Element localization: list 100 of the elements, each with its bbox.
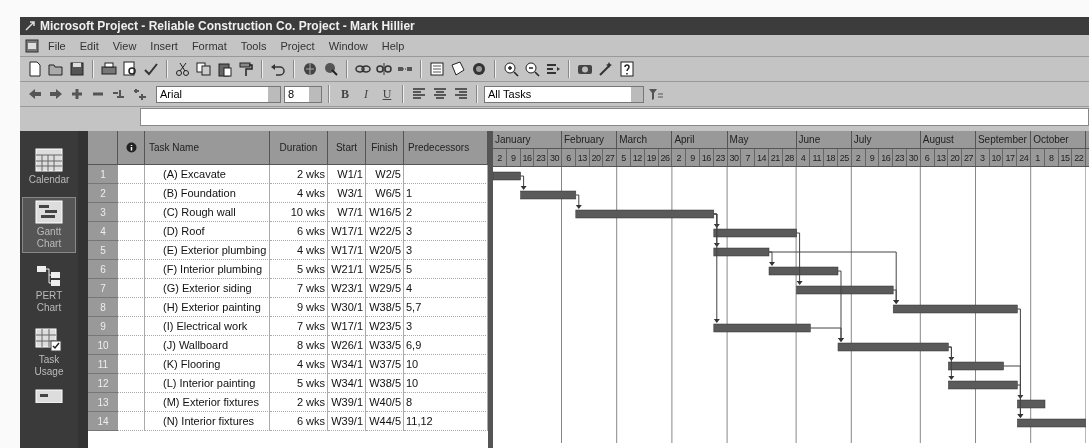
finish-cell: W6/5 [366,184,404,203]
column-header[interactable]: Finish [366,131,404,165]
print-icon[interactable] [100,60,118,78]
copy-icon[interactable] [195,60,213,78]
window-title: Microsoft Project - Reliable Construction Co. Project - Mark Hillier [40,19,415,33]
week-label: 22 [1072,149,1087,166]
italic-button[interactable]: I [357,85,375,103]
month-label: January [493,131,562,148]
unlink-icon[interactable] [375,60,393,78]
cut-icon[interactable] [174,60,192,78]
menu-item[interactable]: View [106,38,143,53]
week-label: 7 [741,149,756,166]
task-notes-icon[interactable] [449,60,467,78]
gantt-chart-icon [35,200,63,224]
week-label: 10 [989,149,1004,166]
gantt-bar[interactable] [713,323,811,333]
resource-graph-icon[interactable] [35,389,63,403]
menu-item[interactable]: Edit [73,38,105,53]
indicator-cell [118,279,145,298]
task-name-cell: (H) Exterior painting [145,298,270,317]
gantt-bar[interactable] [520,190,577,200]
entry-field[interactable] [140,108,1089,126]
view-button[interactable]: Gantt Chart [22,197,76,253]
zoom-out-icon[interactable] [523,60,541,78]
gantt-bar[interactable] [713,228,797,238]
menu-item[interactable]: Tools [234,38,273,53]
gantt-bar[interactable] [1017,399,1046,409]
gantt-bar[interactable] [948,361,1004,371]
gantt-bar[interactable] [768,266,839,276]
task-information-icon[interactable] [428,60,446,78]
view-button[interactable]: PERT Chart [22,261,76,317]
week-label: 5 [617,149,631,166]
column-header[interactable]: Start [328,131,366,165]
app-icon[interactable] [24,20,36,32]
task-name-cell: (A) Excavate [145,165,270,184]
column-header[interactable]: Task Name [145,131,270,165]
week-label: 2 [851,149,866,166]
task-name-cell: (K) Flooring [145,355,270,374]
view-button[interactable]: Task Usage [22,325,76,381]
gantt-bar[interactable] [892,304,1018,314]
menu-item[interactable]: Help [375,38,411,53]
menu-item[interactable]: Format [185,38,233,53]
week-label: 14 [755,149,769,166]
month-label: May [727,131,797,148]
gantt-bar[interactable] [948,380,1018,390]
menu-item[interactable]: Window [322,38,374,53]
gantt-bar[interactable] [1017,418,1087,428]
insert-hyperlink-icon[interactable] [301,60,319,78]
select-all-corner[interactable] [88,131,118,165]
format-painter-icon[interactable] [237,60,255,78]
print-preview-icon[interactable] [121,60,139,78]
gantt-bar[interactable] [713,247,770,257]
save-icon[interactable] [68,60,86,78]
week-label: 27 [962,149,976,166]
week-label: 16 [699,149,714,166]
document-icon[interactable] [24,37,40,54]
column-header[interactable]: Duration [270,131,328,165]
finish-cell: W29/5 [366,279,404,298]
week-label: 30 [727,149,742,166]
start-cell: W21/1 [328,260,366,279]
week-label: 23 [893,149,907,166]
week-label: 17 [1003,149,1018,166]
info-icon [125,142,137,153]
task-name-cell: (F) Interior plumbing [145,260,270,279]
view-button[interactable]: Calendar [22,145,76,189]
gantt-bar[interactable] [575,209,715,219]
duration-cell: 2 wks [270,165,328,184]
start-cell: W26/1 [328,336,366,355]
menu-item[interactable]: File [42,38,72,53]
underline-button[interactable]: U [378,85,396,103]
week-label: 12 [630,149,645,166]
menu-item[interactable]: Project [274,38,321,53]
gantt-bar[interactable] [837,342,949,352]
duration-cell: 7 wks [270,317,328,336]
month-label: September [975,131,1032,148]
duration-cell: 6 wks [270,412,328,431]
task-name-cell: (J) Wallboard [145,336,270,355]
zoom-in-icon[interactable] [502,60,520,78]
gantt-bar[interactable] [493,171,521,181]
week-label: 13 [934,149,949,166]
font-size-dropdown[interactable]: 8 [284,85,322,103]
new-file-icon[interactable] [26,60,44,78]
month-label: February [562,131,618,148]
gantt-bar[interactable] [796,285,894,295]
filter-dropdown[interactable]: All Tasks [484,85,644,103]
help-icon[interactable] [618,60,636,78]
week-label: 27 [603,149,618,166]
bold-button[interactable]: B [336,85,354,103]
task-name-cell: (B) Foundation [145,184,270,203]
week-label: 15 [1058,149,1073,166]
finish-cell: W25/5 [366,260,404,279]
font-dropdown[interactable]: Arial [156,85,281,103]
week-label: 23 [534,149,549,166]
indicator-cell [118,165,145,184]
week-label: 25 [837,149,852,166]
column-header[interactable]: Predecessors [404,131,488,165]
finish-cell: W44/5 [366,412,404,431]
menu-item[interactable]: Insert [144,38,184,53]
week-label: 3 [975,149,990,166]
paste-icon[interactable] [216,60,234,78]
